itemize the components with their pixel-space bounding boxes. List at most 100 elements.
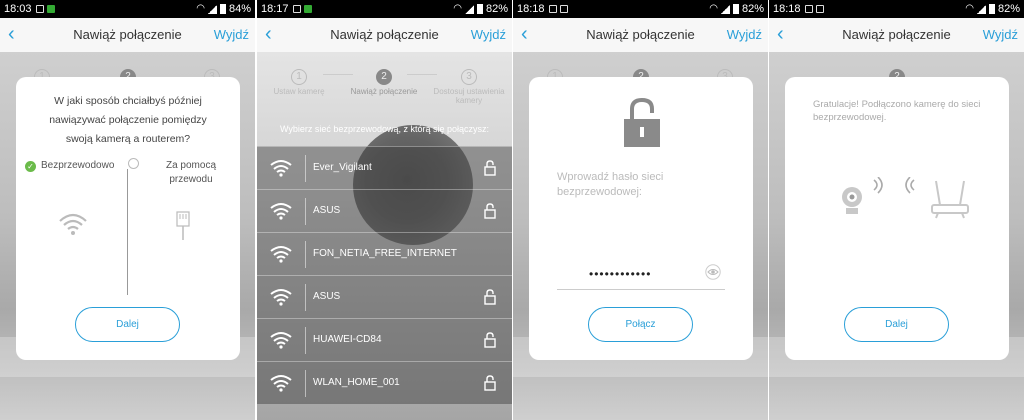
camera-router-illustration	[842, 177, 969, 219]
wifi-status-icon: ◠	[196, 3, 205, 14]
wifi-icon	[270, 160, 292, 177]
battery-level: 82%	[485, 3, 508, 15]
app-header: ‹ Nawiąż połączenie Wyjdź	[769, 18, 1024, 52]
lock-icon	[484, 375, 496, 391]
exit-button[interactable]: Wyjdź	[471, 27, 506, 42]
password-value: ••••••••••••	[589, 267, 652, 281]
wifi-status-icon: ◠	[965, 3, 974, 14]
exit-button[interactable]: Wyjdź	[983, 27, 1018, 42]
notification-icon	[548, 5, 557, 13]
question-text: W jaki sposób chciałbyś później nawiązyw…	[49, 95, 207, 145]
app-header: ‹ Nawiąż połączenie Wyjdź	[513, 18, 768, 52]
network-name: Ever_Vigilant	[313, 162, 372, 173]
next-button[interactable]: Dalej	[75, 307, 180, 342]
wifi-status-icon: ◠	[709, 3, 718, 14]
screen-network-list: 18:17 ◠ 82% ‹ Nawiąż połączenie Wyjdź 1 …	[257, 0, 512, 420]
status-time: 18:17	[261, 3, 289, 15]
notification-icon	[292, 5, 301, 13]
battery-icon	[476, 4, 483, 14]
ethernet-plug-icon	[176, 211, 190, 240]
status-time: 18:18	[773, 3, 801, 15]
step-2: 2	[376, 69, 392, 85]
wifi-icon	[270, 332, 292, 349]
step-2-label: Nawiąż połączenie	[350, 87, 418, 96]
app-header: ‹ Nawiąż połączenie Wyjdź	[257, 18, 512, 52]
network-row[interactable]: ASUS	[257, 275, 512, 318]
notification-icon	[35, 5, 44, 13]
lock-icon	[484, 289, 496, 305]
eye-icon[interactable]	[705, 264, 721, 280]
signal-icon	[720, 4, 730, 14]
step-1: 1	[291, 69, 307, 85]
dialog-card: Gratulacje! Podłączono kamerę do sieci b…	[785, 77, 1009, 360]
exit-button[interactable]: Wyjdź	[727, 27, 762, 42]
network-row[interactable]: Ever_Vigilant	[257, 146, 512, 189]
status-bar: 18:18 ◠ 82%	[513, 0, 768, 18]
network-row[interactable]: HUAWEI-CD84	[257, 318, 512, 361]
network-row[interactable]: ASUS	[257, 189, 512, 232]
option-wireless[interactable]: ✓ Bezprzewodowo	[25, 159, 114, 173]
network-name: FON_NETIA_FREE_INTERNET	[313, 248, 457, 259]
signal-icon	[207, 4, 217, 14]
battery-icon	[988, 4, 995, 14]
status-time: 18:18	[517, 3, 545, 15]
network-name: WLAN_HOME_001	[313, 377, 400, 388]
screen-success: 18:18 ◠ 82% ‹ Nawiąż połączenie Wyjdź 2 …	[769, 0, 1024, 420]
network-row[interactable]: FON_NETIA_FREE_INTERNET	[257, 232, 512, 275]
network-name: ASUS	[313, 205, 341, 216]
network-prompt: Wybierz sieć bezprzewodową, z którą się …	[280, 124, 489, 134]
password-input[interactable]: ••••••••••••	[557, 260, 725, 290]
screen-password: 18:18 ◠ 82% ‹ Nawiąż połączenie Wyjdź 1 …	[513, 0, 768, 420]
step-indicator: 1 Ustaw kamerę 2 Nawiąż połączenie 3 Dos…	[257, 66, 512, 106]
screen-connection-method: 18:03 ◠ 84% ‹ Nawiąż połączenie Wyjdź 1 …	[0, 0, 255, 420]
status-bar: 18:03 ◠ 84%	[0, 0, 255, 18]
exit-button[interactable]: Wyjdź	[214, 27, 249, 42]
wifi-icon	[270, 289, 292, 306]
step-3-label: Dostosuj ustawienia kamery	[433, 87, 505, 105]
dialog-card: Wprowadź hasło sieci bezprzewodowej: •••…	[529, 77, 753, 360]
network-name: HUAWEI-CD84	[313, 334, 382, 345]
signal-icon	[976, 4, 986, 14]
connect-button[interactable]: Połącz	[588, 307, 693, 342]
lock-icon	[624, 97, 660, 147]
wifi-icon	[270, 246, 292, 263]
wifi-icon	[59, 213, 87, 235]
notification-icon	[804, 5, 813, 13]
app-header: ‹ Nawiąż połączenie Wyjdź	[0, 18, 255, 52]
password-label: Wprowadź hasło sieci bezprzewodowej:	[557, 171, 664, 198]
status-bar: 18:18 ◠ 82%	[769, 0, 1024, 18]
step-3: 3	[461, 69, 477, 85]
status-bar: 18:17 ◠ 82%	[257, 0, 512, 18]
app-icon	[303, 5, 312, 13]
wifi-icon	[270, 203, 292, 220]
network-name: ASUS	[313, 291, 341, 302]
battery-level: 82%	[997, 3, 1020, 15]
dialog-card: W jaki sposób chciałbyś później nawiązyw…	[16, 77, 240, 360]
lock-icon	[484, 203, 496, 219]
battery-icon	[732, 4, 739, 14]
network-list: Ever_Vigilant ASUS FON_NETIA_FREE_INTERN…	[257, 146, 512, 404]
divider	[127, 169, 128, 295]
app-icon	[815, 5, 824, 13]
status-time: 18:03	[4, 3, 32, 15]
option-wireless-label: Bezprzewodowo	[41, 160, 115, 171]
network-row[interactable]: WLAN_HOME_001	[257, 361, 512, 404]
check-icon: ✓	[25, 160, 36, 172]
step-1-label: Ustaw kamerę	[273, 87, 325, 96]
app-icon	[46, 5, 55, 13]
wifi-status-icon: ◠	[453, 3, 462, 14]
option-wired[interactable]: Za pomocą przewodu	[160, 159, 222, 187]
option-wired-label: Za pomocą przewodu	[165, 160, 217, 185]
signal-icon	[464, 4, 474, 14]
battery-level: 84%	[228, 3, 251, 15]
lock-icon	[484, 332, 496, 348]
router-icon	[931, 180, 969, 219]
battery-level: 82%	[741, 3, 764, 15]
success-message: Gratulacje! Podłączono kamerę do sieci b…	[813, 99, 981, 123]
next-button[interactable]: Dalej	[844, 307, 949, 342]
camera-icon	[842, 187, 862, 214]
app-icon	[559, 5, 568, 13]
lock-icon	[484, 160, 496, 176]
option-wired-radio[interactable]	[128, 158, 139, 169]
wifi-icon	[270, 375, 292, 392]
